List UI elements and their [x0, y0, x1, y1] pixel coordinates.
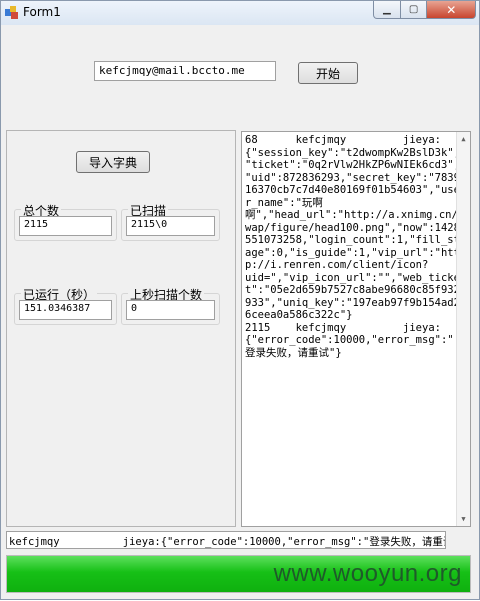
total-count-field[interactable]: 2115: [19, 216, 112, 236]
log-line: p://i.renren.com/client/icon?: [245, 259, 429, 271]
maximize-icon: ▢: [408, 4, 419, 15]
log-line: uid=","vip_icon_url":"","web_ticke: [245, 271, 460, 284]
scroll-down-icon[interactable]: ▼: [457, 512, 470, 526]
start-button[interactable]: 开始: [298, 62, 358, 84]
runtime-field[interactable]: 151.0346387: [19, 300, 112, 320]
log-line: "uid":872836293,"secret_key":"7839: [245, 171, 460, 184]
last-second-group: 上秒扫描个数 0: [121, 286, 220, 325]
log-line: {"error_code":10000,"error_msg":": [245, 334, 454, 346]
client-area: kefcjmqy@mail.bccto.me 开始 导入字典 总个数 2115 …: [4, 25, 475, 597]
stats-panel: 导入字典 总个数 2115 已扫描 2115\0 已运行（秒） 151.0346…: [6, 130, 236, 527]
log-line: 68 kefcjmqy jieya:: [245, 134, 441, 146]
title-bar[interactable]: Form1 ▁ ▢ ✕: [1, 1, 479, 25]
status-output[interactable]: kefcjmqy jieya:{"error_code":10000,"erro…: [6, 531, 446, 549]
log-line: r_name":"玩啊: [245, 196, 323, 209]
close-button[interactable]: ✕: [427, 1, 476, 19]
total-count-group: 总个数 2115: [14, 202, 117, 241]
log-line: 2115 kefcjmqy jieya:: [245, 321, 441, 334]
log-line: wap/figure/head100.png","now":1428: [245, 221, 460, 234]
log-line: 6ceea0a586c322c"}: [245, 309, 353, 321]
window-title: Form1: [23, 5, 61, 19]
log-line: 16370cb7c7d40e80169f01b54603","use: [245, 184, 460, 196]
window-controls: ▁ ▢ ✕: [373, 1, 476, 20]
last-second-field[interactable]: 0: [126, 300, 215, 320]
log-lines: 68 kefcjmqy jieya: {"session_key":"t2dwom…: [242, 132, 470, 359]
log-line: "ticket":"0q2rVlw2HkZP6wNIEk6cd3",: [245, 159, 460, 171]
close-icon: ✕: [446, 2, 457, 17]
minimize-button[interactable]: ▁: [373, 1, 401, 19]
scroll-up-icon[interactable]: ▲: [457, 132, 470, 146]
log-line: 登录失败，请重试"}: [245, 346, 342, 359]
app-icon: [5, 6, 18, 19]
maximize-button[interactable]: ▢: [400, 1, 428, 19]
scanned-group: 已扫描 2115\0: [121, 202, 220, 241]
scanned-field[interactable]: 2115\0: [126, 216, 215, 236]
watermark-text: www.wooyun.org: [273, 560, 462, 587]
progress-bar: www.wooyun.org: [6, 555, 471, 593]
log-line: 啊","head_url":"http://a.xnimg.cn/: [245, 209, 458, 221]
email-input[interactable]: kefcjmqy@mail.bccto.me: [94, 61, 276, 81]
form1-window: Form1 ▁ ▢ ✕ kefcjmqy@mail.bccto.me 开始 导入…: [0, 0, 480, 600]
log-line: {"session_key":"t2dwompKw2BslD3k",: [245, 146, 460, 159]
log-line: age":0,"is_guide":1,"vip_url":"htt: [245, 246, 460, 259]
log-scrollbar[interactable]: ▲ ▼: [456, 132, 470, 526]
log-line: 933","uniq_key":"197eab97f9b154ad2: [245, 296, 460, 309]
minimize-icon: ▁: [383, 4, 391, 15]
log-output[interactable]: 68 kefcjmqy jieya: {"session_key":"t2dwom…: [241, 131, 471, 527]
log-line: 551073258,"login_count":1,"fill_st: [245, 234, 460, 246]
log-line: t":"05e2d659b7527c8abe96680c85f932: [245, 284, 460, 296]
import-dictionary-button[interactable]: 导入字典: [76, 151, 150, 173]
runtime-group: 已运行（秒） 151.0346387: [14, 286, 117, 325]
